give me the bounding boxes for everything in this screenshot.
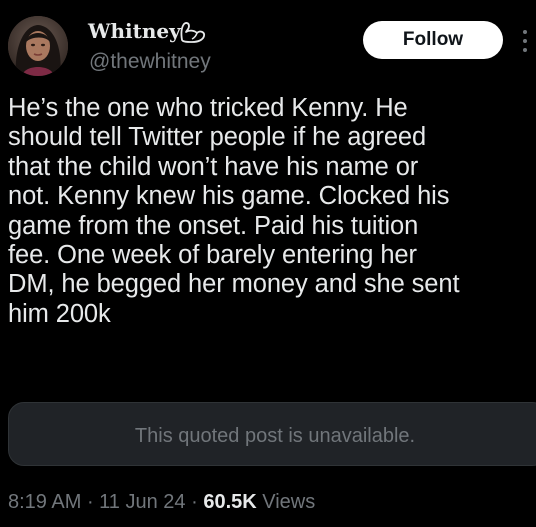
flexed-biceps-icon	[178, 20, 208, 44]
views-count[interactable]: 60.5K	[203, 491, 256, 513]
tweet-date[interactable]: 11 Jun 24	[99, 491, 185, 513]
quoted-post-unavailable-text: This quoted post is unavailable.	[134, 425, 416, 447]
tweet-text: He’s the one who tricked Kenny. He shoul…	[8, 94, 460, 328]
quoted-post-card[interactable]: This quoted post is unavailable.	[8, 402, 536, 466]
author-handle[interactable]: @thewhitney	[89, 49, 211, 75]
profile-photo	[8, 16, 68, 76]
tweet-metadata: 8:19 AM · 11 Jun 24 · 60.5K Views	[8, 489, 315, 515]
tweet-time[interactable]: 8:19 AM	[8, 491, 81, 513]
meta-separator: ·	[185, 491, 204, 513]
meta-separator: ·	[81, 491, 100, 513]
views-label: Views	[256, 491, 316, 513]
vertical-ellipsis-icon[interactable]	[521, 29, 529, 53]
avatar[interactable]	[8, 16, 68, 76]
author-display-name[interactable]: Whitney	[88, 18, 181, 44]
follow-button[interactable]: Follow	[363, 21, 503, 59]
